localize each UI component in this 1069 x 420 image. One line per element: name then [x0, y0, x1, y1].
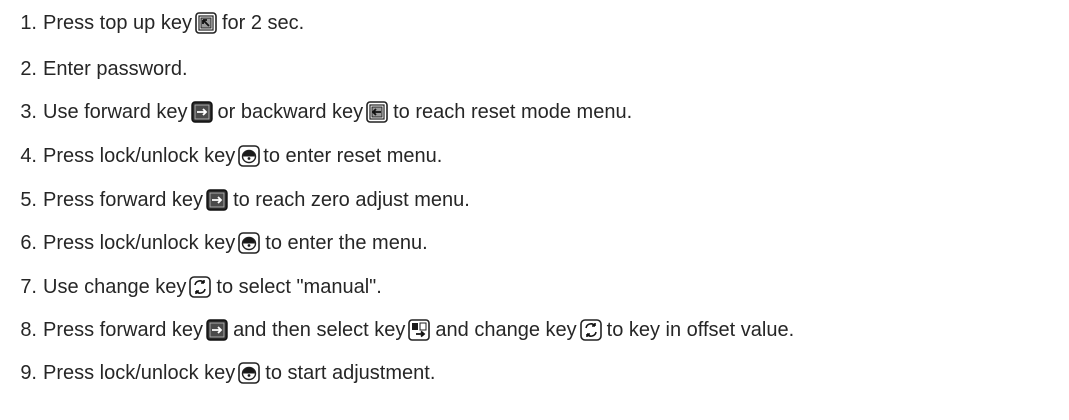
step-number: 2.: [20, 57, 37, 80]
select-key-icon: [408, 319, 431, 341]
change-key-icon: [579, 319, 602, 341]
forward-key-icon: [206, 189, 228, 211]
lock-unlock-key-icon: [238, 232, 261, 254]
step-text: to key in offset value.: [606, 318, 795, 341]
step-text: to start adjustment.: [265, 361, 436, 384]
step-number: 8.: [20, 318, 37, 341]
forward-key-icon: [206, 319, 228, 341]
step-text: to enter the menu.: [265, 231, 428, 254]
step-7: 7. Use change key to select "manual".: [0, 270, 382, 304]
lock-unlock-key-icon: [238, 362, 261, 384]
top-up-key-icon: [195, 12, 217, 34]
step-text: Press forward key: [43, 188, 204, 211]
step-number: 1.: [20, 11, 37, 34]
step-text: to reach reset mode menu.: [393, 100, 633, 123]
step-text: Press lock/unlock key: [43, 144, 236, 167]
step-number: 6.: [20, 231, 37, 254]
step-5: 5. Press forward key to reach zero adjust …: [0, 183, 470, 217]
step-number: 3.: [20, 100, 37, 123]
step-text: to enter reset menu.: [263, 144, 443, 167]
step-text: Use forward key: [43, 100, 188, 123]
step-2: 2. Enter password.: [0, 52, 188, 86]
step-text: to reach zero adjust menu.: [233, 188, 470, 211]
step-8: 8. Press forward key and then select key an…: [0, 313, 794, 347]
step-number: 7.: [20, 275, 37, 298]
step-text: to select "manual".: [216, 275, 382, 298]
step-number: 5.: [20, 188, 37, 211]
step-text: Press top up key: [43, 11, 192, 34]
step-number: 9.: [20, 361, 37, 384]
step-text: and change key: [435, 318, 577, 341]
step-text: Use change key: [43, 275, 187, 298]
step-4: 4. Press lock/unlock key to enter reset me…: [0, 139, 442, 173]
forward-key-icon: [190, 101, 213, 123]
step-text: Enter password.: [43, 57, 188, 80]
step-text: or backward key: [217, 100, 364, 123]
lock-unlock-key-icon: [238, 145, 261, 167]
step-text: Press forward key: [43, 318, 204, 341]
step-9: 9. Press lock/unlock key to start adjustme…: [0, 356, 435, 390]
step-6: 6. Press lock/unlock key to enter the menu…: [0, 226, 428, 260]
backward-key-icon: [366, 101, 388, 123]
step-text: for 2 sec.: [221, 11, 305, 34]
step-text: Press lock/unlock key: [43, 231, 236, 254]
step-3: 3. Use forward key or backward key to reach…: [0, 95, 632, 129]
change-key-icon: [189, 276, 212, 298]
step-1: 1. Press top up key for 2 sec.: [0, 6, 304, 40]
step-text: and then select key: [233, 318, 406, 341]
step-number: 4.: [20, 144, 37, 167]
step-text: Press lock/unlock key: [43, 361, 236, 384]
